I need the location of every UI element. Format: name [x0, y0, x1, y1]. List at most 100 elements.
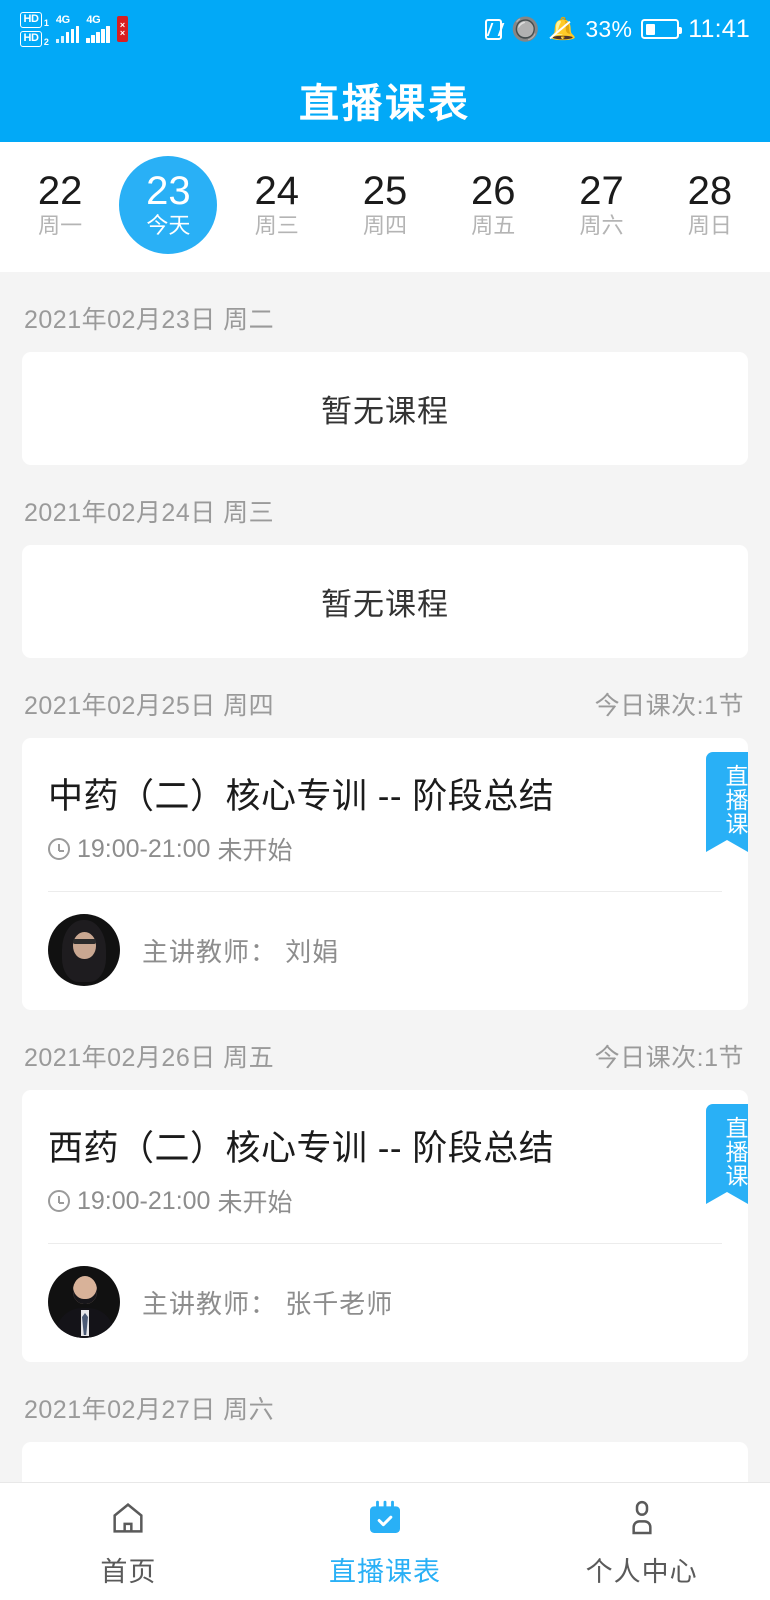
- date-day-number: 24: [254, 170, 299, 212]
- hd-sim-number: 2: [44, 38, 49, 47]
- date-strip[interactable]: 22周一23今天24周三25周四26周五27周六28周日: [0, 142, 770, 272]
- date-day-number: 28: [688, 170, 733, 212]
- empty-course-card: 暂无课程: [22, 1442, 748, 1482]
- date-day-number: 27: [579, 170, 624, 212]
- empty-course-text: 暂无课程: [321, 579, 449, 624]
- date-day-number: 22: [38, 170, 83, 212]
- tab-label: 直播课表: [329, 1550, 441, 1589]
- date-weekday-label: 周五: [471, 212, 515, 241]
- date-cell-24[interactable]: 24周三: [223, 156, 331, 254]
- date-cell-26[interactable]: 26周五: [439, 156, 547, 254]
- teacher-name-label: 主讲教师： 张千老师: [142, 1284, 393, 1321]
- empty-course-text: 暂无课程: [321, 386, 449, 431]
- network-type-label: 4G: [56, 15, 70, 27]
- date-cell-23[interactable]: 23今天: [114, 156, 222, 254]
- hd-label: HD: [20, 31, 42, 47]
- bell-muted-icon: 🔔: [549, 18, 576, 40]
- course-time-row: 19:00-21:00未开始: [22, 819, 748, 891]
- tab-calendar-check[interactable]: 直播课表: [257, 1495, 514, 1589]
- date-day-number: 25: [363, 170, 408, 212]
- course-time: 19:00-21:00: [77, 835, 210, 864]
- group-date-label: 2021年02月24日 周三: [24, 493, 274, 529]
- date-day-number: 23: [146, 170, 191, 212]
- tab-label: 首页: [100, 1550, 156, 1589]
- course-status: 未开始: [217, 831, 292, 867]
- date-weekday-label: 今天: [146, 212, 190, 241]
- date-cell-22[interactable]: 22周一: [6, 156, 114, 254]
- course-title: 西药（二）核心专训 -- 阶段总结: [22, 1090, 748, 1171]
- clock-icon: [48, 1190, 70, 1212]
- date-cell-circle: 26周五: [444, 156, 542, 254]
- person-icon: [622, 1495, 662, 1541]
- app-header: 直播课表: [0, 58, 770, 142]
- course-teacher-row: 主讲教师： 张千老师: [22, 1244, 748, 1362]
- signal-bars-icon: [56, 26, 80, 43]
- hd-label: HD: [20, 12, 42, 28]
- status-bar-clock: 11:41: [688, 15, 750, 44]
- schedule-group-header: 2021年02月24日 周三: [0, 465, 770, 545]
- battery-icon: [641, 19, 679, 39]
- date-cell-27[interactable]: 27周六: [547, 156, 655, 254]
- tab-home[interactable]: 首页: [0, 1495, 257, 1589]
- schedule-group-header: 2021年02月26日 周五 今日课次:1节: [0, 1010, 770, 1090]
- date-weekday-label: 周六: [580, 212, 624, 241]
- nfc-icon: [485, 19, 502, 40]
- group-count-label: 今日课次:1节: [595, 1038, 744, 1074]
- empty-course-card: 暂无课程: [22, 545, 748, 658]
- page-title: 直播课表: [299, 71, 471, 129]
- date-cell-circle: 23今天: [119, 156, 217, 254]
- tab-label: 个人中心: [586, 1550, 698, 1589]
- app-screen: HD 1 HD 2 4G 4G × × �: [0, 0, 770, 1600]
- course-teacher-row: 主讲教师： 刘娟: [22, 892, 748, 1010]
- date-day-number: 26: [471, 170, 516, 212]
- date-weekday-label: 周一: [38, 212, 82, 241]
- live-course-badge: 直播课: [706, 752, 748, 852]
- date-cell-circle: 28周日: [661, 156, 759, 254]
- signal-bars-icon: [86, 26, 110, 43]
- network-type-label: 4G: [86, 15, 100, 27]
- group-count-label: 今日课次:1节: [595, 686, 744, 722]
- empty-course-card: 暂无课程: [22, 352, 748, 465]
- signal-sim1: 4G: [56, 15, 80, 44]
- course-status: 未开始: [217, 1183, 292, 1219]
- course-card[interactable]: 直播课西药（二）核心专训 -- 阶段总结19:00-21:00未开始主讲教师： …: [22, 1090, 748, 1362]
- teacher-avatar: [48, 1266, 120, 1338]
- group-date-label: 2021年02月27日 周六: [24, 1390, 274, 1426]
- carrier-badge-icon: × ×: [117, 16, 128, 42]
- empty-course-text: 暂无课程: [321, 1476, 449, 1482]
- group-date-label: 2021年02月26日 周五: [24, 1038, 274, 1074]
- clock-icon: [48, 838, 70, 860]
- group-date-label: 2021年02月23日 周二: [24, 300, 274, 336]
- course-card[interactable]: 直播课中药（二）核心专训 -- 阶段总结19:00-21:00未开始主讲教师： …: [22, 738, 748, 1010]
- date-cell-circle: 24周三: [228, 156, 326, 254]
- schedule-group-header: 2021年02月23日 周二: [0, 272, 770, 352]
- battery-percent-label: 33%: [585, 16, 632, 43]
- carrier-badge-line: ×: [120, 29, 125, 37]
- date-cell-circle: 22周一: [11, 156, 109, 254]
- course-time-row: 19:00-21:00未开始: [22, 1171, 748, 1243]
- status-bar: HD 1 HD 2 4G 4G × × �: [0, 0, 770, 58]
- group-date-label: 2021年02月25日 周四: [24, 686, 274, 722]
- teacher-avatar: [48, 914, 120, 986]
- course-title: 中药（二）核心专训 -- 阶段总结: [22, 738, 748, 819]
- date-weekday-label: 周日: [688, 212, 732, 241]
- hd1-indicator: HD 1: [20, 12, 49, 28]
- hd-indicators: HD 1 HD 2: [20, 12, 49, 47]
- date-cell-28[interactable]: 28周日: [656, 156, 764, 254]
- course-time: 19:00-21:00: [77, 1187, 210, 1216]
- hd2-indicator: HD 2: [20, 31, 49, 47]
- teacher-name-label: 主讲教师： 刘娟: [142, 932, 339, 969]
- status-bar-left: HD 1 HD 2 4G 4G × ×: [20, 12, 128, 47]
- hd-sim-number: 1: [44, 19, 49, 28]
- tab-person[interactable]: 个人中心: [513, 1495, 770, 1589]
- date-weekday-label: 周三: [255, 212, 299, 241]
- schedule-list[interactable]: 2021年02月23日 周二暂无课程2021年02月24日 周三暂无课程2021…: [0, 272, 770, 1482]
- schedule-group-header: 2021年02月27日 周六: [0, 1362, 770, 1442]
- calendar-check-icon: [365, 1495, 405, 1541]
- date-cell-25[interactable]: 25周四: [331, 156, 439, 254]
- signal-sim2: 4G: [86, 15, 110, 44]
- bottom-tab-bar[interactable]: 首页 直播课表 个人中心: [0, 1482, 770, 1600]
- bluetooth-icon: 🔘: [511, 18, 540, 41]
- schedule-group-header: 2021年02月25日 周四 今日课次:1节: [0, 658, 770, 738]
- status-bar-right: 🔘 🔔 33% 11:41: [485, 15, 750, 44]
